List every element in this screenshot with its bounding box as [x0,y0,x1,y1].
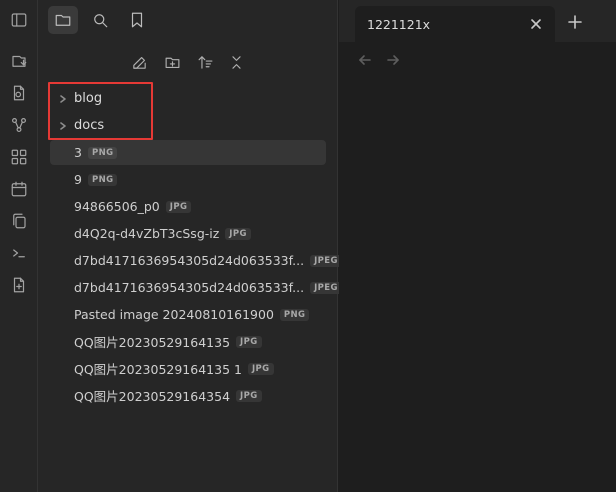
chevron-right-icon[interactable] [56,92,70,106]
left-ribbon [0,0,38,492]
navigation-arrows [355,50,415,70]
plus-icon[interactable] [565,12,585,32]
chevron-right-icon[interactable] [56,119,70,133]
file-sync-icon[interactable] [7,81,31,105]
new-note-icon[interactable] [127,50,151,74]
folder-icon[interactable] [48,6,78,34]
tab-bar: 1221121x [339,0,616,42]
new-note-icon[interactable] [7,273,31,297]
file-item[interactable]: QQ图片20230529164135 1 JPG [50,356,326,381]
file-name: d7bd4171636954305d24d063533f... [74,280,305,295]
file-item[interactable]: Pasted image 20240810161900 PNG [50,302,326,327]
switch-vault-icon[interactable] [7,49,31,73]
file-item[interactable]: QQ图片20230529164354 JPG [50,383,326,408]
file-name: QQ图片20230529164354 [74,389,231,404]
file-item[interactable]: d7bd4171636954305d24d063533f... JPEG [50,275,342,300]
file-extension-badge: JPG [225,227,251,240]
collapse-all-icon[interactable] [224,50,248,74]
file-name: 94866506_p0 [74,199,160,214]
file-extension-badge: PNG [87,173,118,186]
sidebar-toggle-icon[interactable] [7,8,31,32]
file-item[interactable]: 94866506_p0 JPG [50,194,326,219]
file-extension-badge: JPEG [310,254,342,267]
file-extension-badge: JPG [247,362,274,375]
arrow-right-icon[interactable] [383,50,403,70]
file-name: d4Q2q-d4vZbT3cSsg-iz [74,226,220,241]
terminal-icon[interactable] [7,241,31,265]
copy-icon[interactable] [7,209,31,233]
graph-icon[interactable] [7,113,31,137]
search-icon[interactable] [85,6,115,34]
file-name: QQ图片20230529164135 1 [74,362,242,377]
calendar-icon[interactable] [7,177,31,201]
sidebar-tab-bar [38,0,338,40]
app-window: blog docs 3 PNG 9 PNG 94866506_p0 JPG d4… [0,0,616,492]
file-item[interactable]: QQ图片20230529164135 JPG [50,329,326,354]
folder-item-docs[interactable]: docs [50,113,326,138]
new-folder-icon[interactable] [160,50,184,74]
arrow-left-icon[interactable] [355,50,375,70]
folder-label: blog [74,91,103,106]
file-name: 3 [74,145,82,160]
file-extension-badge: PNG [279,308,310,321]
editor-tab[interactable]: 1221121x [355,6,555,42]
bookmark-icon[interactable] [122,6,152,34]
file-item[interactable]: 3 PNG [50,140,326,165]
folder-item-blog[interactable]: blog [50,86,326,111]
file-name: d7bd4171636954305d24d063533f... [74,253,305,268]
folder-label: docs [74,118,105,133]
file-name: QQ图片20230529164135 [74,335,231,350]
editor-area: 1221121x [339,0,616,492]
file-extension-badge: JPG [236,389,262,402]
file-explorer-sidebar: blog docs 3 PNG 9 PNG 94866506_p0 JPG d4… [38,0,342,492]
file-extension-badge: PNG [87,146,118,159]
tab-title: 1221121x [367,16,431,32]
file-item[interactable]: 9 PNG [50,167,326,192]
file-extension-badge: JPG [165,200,192,213]
close-icon[interactable] [527,15,545,33]
file-item[interactable]: d4Q2q-d4vZbT3cSsg-iz JPG [50,221,326,246]
file-explorer-actions [38,50,338,74]
sort-icon[interactable] [193,50,217,74]
canvas-icon[interactable] [7,145,31,169]
file-item[interactable]: d7bd4171636954305d24d063533f... JPEG [50,248,342,273]
file-name: 9 [74,172,82,187]
file-extension-badge: JPEG [310,281,342,294]
file-name: Pasted image 20240810161900 [74,307,274,322]
file-extension-badge: JPG [236,335,262,348]
